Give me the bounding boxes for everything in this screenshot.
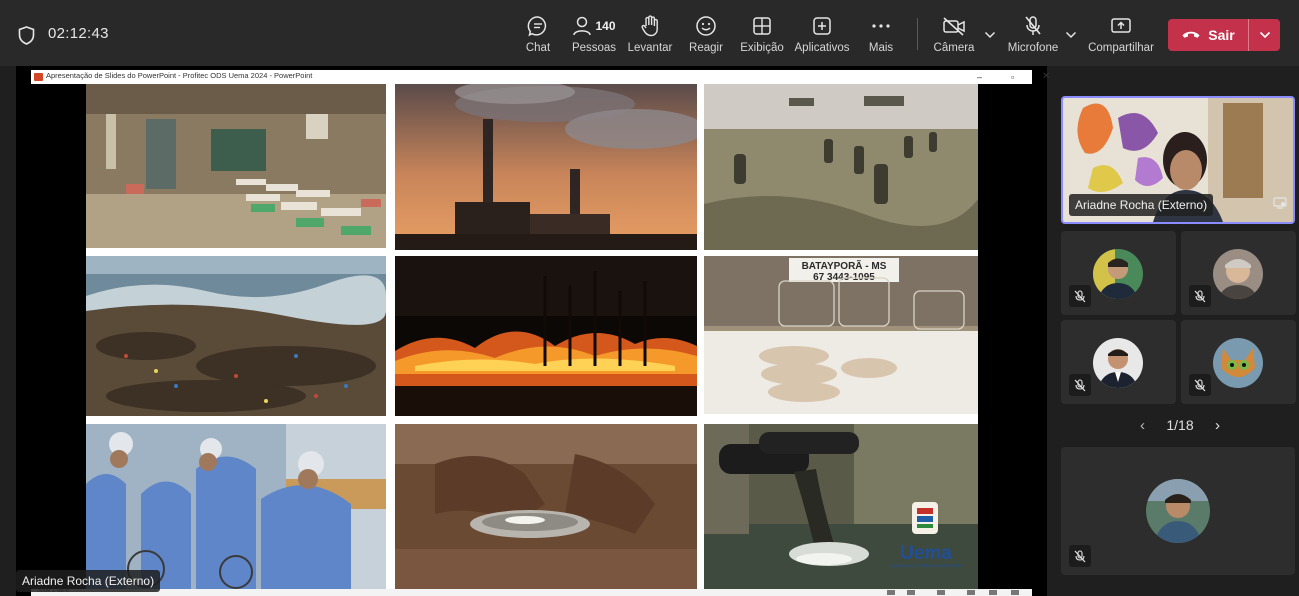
chat-icon bbox=[527, 14, 549, 38]
people-icon: 140 bbox=[572, 14, 616, 38]
add-app-icon bbox=[812, 14, 832, 38]
leave-button[interactable]: Sair bbox=[1168, 19, 1248, 51]
avatar bbox=[1213, 338, 1263, 388]
leave-label: Sair bbox=[1208, 27, 1235, 43]
seized-animals-photo: BATAYPORÃ - MS 67 3443-1095 bbox=[704, 256, 978, 414]
seized-animals-sign-line1: BATAYPORÃ - MS bbox=[802, 259, 887, 272]
normal-view-icon[interactable] bbox=[967, 590, 975, 595]
people-label: Pessoas bbox=[571, 42, 617, 54]
previous-page-chevron-left-icon[interactable]: ‹ bbox=[1140, 417, 1145, 434]
reading-view-icon[interactable] bbox=[937, 590, 945, 595]
people-count: 140 bbox=[595, 19, 616, 33]
toolbar-divider bbox=[917, 18, 918, 50]
more-label: Mais bbox=[868, 42, 894, 54]
participant-tile[interactable] bbox=[1061, 231, 1176, 315]
soldiers-war-photo bbox=[704, 84, 978, 250]
pager-text: 1/18 bbox=[1166, 417, 1194, 433]
chat-label: Chat bbox=[525, 42, 551, 54]
view-label: Exibição bbox=[740, 42, 784, 54]
slide-sorter-icon[interactable] bbox=[907, 590, 915, 595]
camera-options-chevron-down-icon[interactable] bbox=[984, 26, 996, 44]
camera-off-icon bbox=[942, 14, 966, 38]
meeting-toolbar: 02:12:43 Chat 140 Pessoas Levantar Reagi… bbox=[0, 0, 1299, 66]
restore-window-icon[interactable]: ▫ bbox=[1011, 70, 1014, 84]
raise-hand-button[interactable]: Levantar bbox=[628, 14, 672, 58]
raise-hand-label: Levantar bbox=[627, 42, 673, 54]
react-button[interactable]: Reagir bbox=[688, 14, 724, 58]
participant-tile[interactable] bbox=[1181, 320, 1296, 404]
mic-label: Microfone bbox=[1007, 42, 1059, 54]
hang-up-icon bbox=[1181, 26, 1201, 44]
mic-off-icon bbox=[1069, 285, 1091, 307]
mic-off-icon bbox=[1069, 374, 1091, 396]
sewage-discharge-river-photo: Uema UNIVERSIDADE ESTADUAL DO MARANHÃO bbox=[704, 424, 978, 589]
meeting-timer: 02:12:43 bbox=[48, 25, 109, 42]
uema-logo-text: Uema bbox=[900, 543, 952, 564]
presenter-name-tag: Ariadne Rocha (Externo) bbox=[16, 570, 161, 592]
mic-off-icon bbox=[1069, 545, 1091, 567]
apps-button[interactable]: Aplicativos bbox=[794, 14, 850, 58]
mic-off-icon bbox=[1189, 285, 1211, 307]
close-icon[interactable]: ✕ bbox=[1042, 70, 1050, 84]
share-screen-icon bbox=[1110, 14, 1132, 38]
avatar bbox=[1213, 249, 1263, 299]
powerpoint-status-bar: Slide 1 de 6 bbox=[31, 588, 1032, 596]
chat-button[interactable]: Chat bbox=[524, 14, 552, 58]
avatar bbox=[1093, 249, 1143, 299]
react-label: Reagir bbox=[689, 42, 723, 54]
featured-participant-video[interactable]: Ariadne Rocha (Externo) bbox=[1061, 96, 1295, 224]
leave-button-group: Sair bbox=[1168, 19, 1280, 51]
raise-hand-icon bbox=[640, 14, 660, 38]
screen-sharing-icon bbox=[1273, 196, 1287, 214]
leave-options-chevron-down-icon[interactable] bbox=[1249, 19, 1280, 51]
smokestacks-pollution-photo bbox=[395, 84, 697, 250]
powerpoint-icon bbox=[34, 73, 43, 81]
avatar bbox=[1146, 479, 1210, 543]
slide-nav-icon[interactable] bbox=[887, 590, 895, 595]
more-button[interactable]: Mais bbox=[866, 14, 896, 58]
uema-logo-subtext: UNIVERSIDADE ESTADUAL DO MARANHÃO bbox=[890, 563, 963, 568]
mic-button[interactable]: Microfone bbox=[1006, 14, 1060, 58]
grid-view-icon bbox=[752, 14, 772, 38]
hospital-corridor-patients-photo bbox=[86, 424, 386, 589]
powerpoint-window-titlebar: Apresentação de Slides do PowerPoint - P… bbox=[31, 70, 1050, 84]
trash-on-beach-photo bbox=[86, 256, 386, 416]
next-page-chevron-right-icon[interactable]: › bbox=[1215, 417, 1220, 434]
minimize-icon[interactable]: – bbox=[977, 70, 982, 84]
people-button[interactable]: 140 Pessoas bbox=[572, 14, 616, 58]
share-button[interactable]: Compartilhar bbox=[1088, 14, 1154, 58]
mic-off-icon bbox=[1189, 374, 1211, 396]
slide-canvas: BATAYPORÃ - MS 67 3443-1095 Uema UNIVERS… bbox=[86, 84, 978, 589]
camera-label: Câmera bbox=[933, 42, 975, 54]
avatar bbox=[1093, 338, 1143, 388]
camera-button[interactable]: Câmera bbox=[934, 14, 974, 58]
mic-off-icon bbox=[1023, 14, 1043, 38]
forest-fire-photo bbox=[395, 256, 697, 416]
apps-label: Aplicativos bbox=[794, 42, 850, 54]
participant-tile[interactable] bbox=[1061, 320, 1176, 404]
view-button[interactable]: Exibição bbox=[740, 14, 784, 58]
mic-options-chevron-down-icon[interactable] bbox=[1065, 26, 1077, 44]
participant-tile[interactable] bbox=[1181, 231, 1296, 315]
hunger-empty-plate-photo bbox=[395, 424, 697, 589]
participant-name-tag: Ariadne Rocha (Externo) bbox=[1069, 194, 1214, 216]
powerpoint-window-title: Apresentação de Slides do PowerPoint - P… bbox=[46, 71, 313, 80]
smiley-icon bbox=[695, 14, 717, 38]
share-label: Compartilhar bbox=[1088, 42, 1154, 54]
more-dots-icon bbox=[871, 14, 891, 38]
abandoned-classroom-photo bbox=[86, 84, 386, 248]
participants-pager: ‹ 1/18 › bbox=[1140, 414, 1220, 436]
slideshow-icon[interactable] bbox=[989, 590, 997, 595]
self-view-tile[interactable] bbox=[1061, 447, 1295, 575]
shield-icon[interactable] bbox=[18, 26, 35, 50]
zoom-icon[interactable] bbox=[1011, 590, 1019, 595]
